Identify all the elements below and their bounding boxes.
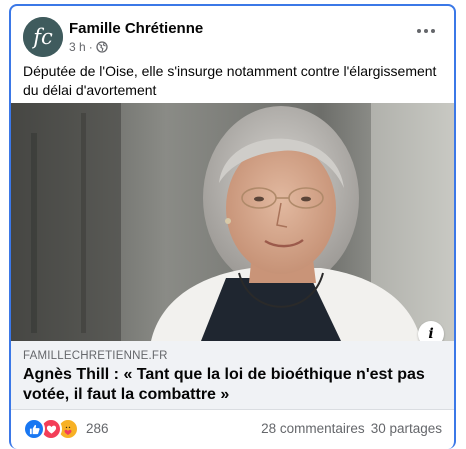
portrait-photo	[11, 103, 454, 341]
link-preview-box[interactable]: FAMILLECHRETIENNE.FR Agnès Thill : « Tan…	[11, 341, 454, 410]
post-stats: 286 28 commentaires 30 partages	[23, 418, 442, 440]
info-button[interactable]: i	[418, 321, 444, 341]
dot	[424, 29, 428, 33]
post-card: fc Famille Chrétienne 3 h · Députée de l…	[9, 4, 456, 449]
reaction-count: 286	[86, 421, 109, 436]
post-header: fc Famille Chrétienne 3 h ·	[23, 17, 442, 59]
shares-count-link[interactable]: 30 partages	[371, 418, 442, 440]
link-domain: FAMILLECHRETIENNE.FR	[23, 350, 168, 362]
page-name-link[interactable]: Famille Chrétienne	[69, 20, 203, 37]
more-options-button[interactable]	[412, 21, 440, 41]
link-preview-image[interactable]: i	[11, 103, 454, 341]
famille-chretienne-logo-icon: fc	[23, 17, 63, 57]
link-title[interactable]: Agnès Thill : « Tant que la loi de bioét…	[23, 365, 440, 405]
post-text: Députée de l'Oise, elle s'insurge notamm…	[23, 63, 437, 98]
engagement-stats: 28 commentaires 30 partages	[261, 418, 442, 440]
comments-count-link[interactable]: 28 commentaires	[261, 418, 365, 440]
globe-icon	[96, 41, 108, 53]
avatar[interactable]: fc	[23, 17, 63, 57]
dot	[431, 29, 435, 33]
timestamp[interactable]: 3 h	[69, 40, 86, 54]
dot	[417, 29, 421, 33]
meta-separator: ·	[88, 40, 93, 54]
svg-text:fc: fc	[31, 25, 53, 49]
like-icon	[23, 418, 45, 440]
reactions-summary[interactable]: 286	[23, 418, 109, 440]
post-meta: 3 h ·	[69, 40, 108, 54]
